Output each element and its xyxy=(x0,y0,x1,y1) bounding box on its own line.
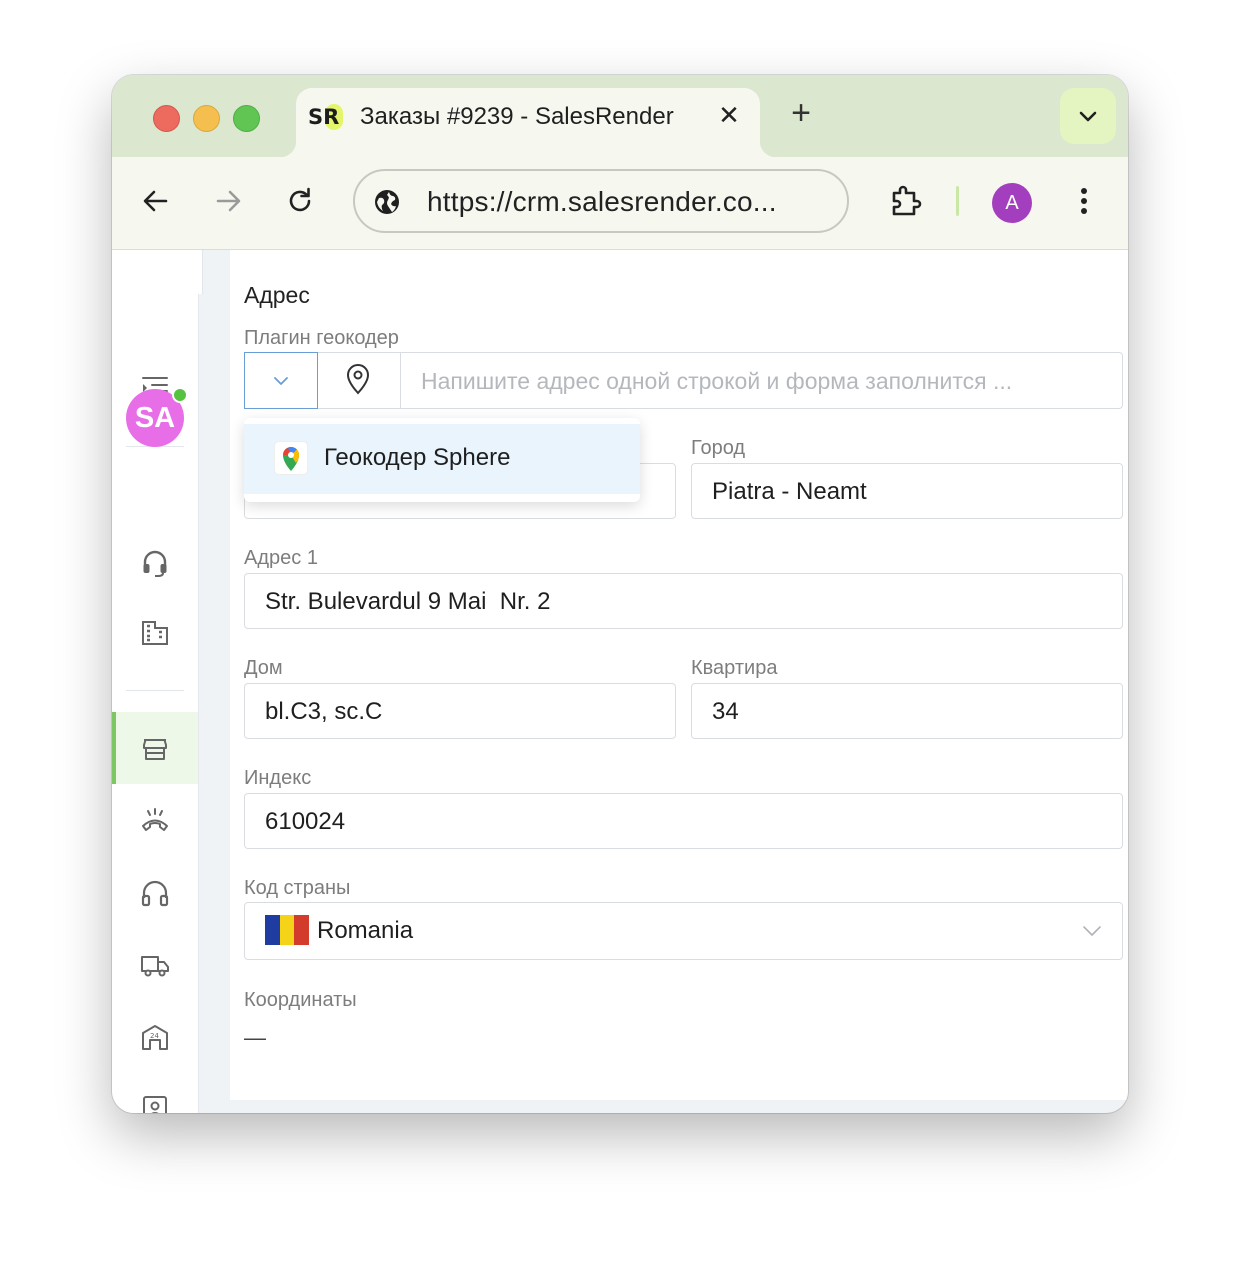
extensions-button[interactable] xyxy=(886,181,926,221)
geocoder-option-label: Геокодер Sphere xyxy=(324,444,511,471)
more-vertical-icon xyxy=(1081,188,1087,214)
tab-close-icon[interactable]: ✕ xyxy=(714,100,744,130)
index-label: Индекс xyxy=(244,767,312,789)
warehouse-icon: 24 xyxy=(142,1025,168,1050)
apartment-field[interactable]: 34 xyxy=(691,683,1123,739)
address1-value: Str. Bulevardul 9 Mai Nr. 2 xyxy=(265,588,551,615)
chevron-down-icon xyxy=(1083,926,1101,936)
sidebar-divider xyxy=(126,690,184,691)
arrow-left-icon xyxy=(143,190,168,212)
online-status-dot xyxy=(172,387,188,403)
house-label: Дом xyxy=(244,657,283,679)
browser-window: SR Заказы #9239 - SalesRender ✕ + https:… xyxy=(112,75,1128,1113)
house-value: bl.C3, sc.C xyxy=(265,698,383,725)
close-window-button[interactable] xyxy=(153,105,180,132)
sidebar-item-warehouses[interactable]: 24 xyxy=(112,1006,198,1066)
sidebar-edge xyxy=(198,250,203,294)
browser-toolbar: https://crm.salesrender.co... A xyxy=(112,157,1128,250)
geocoder-select[interactable] xyxy=(244,352,318,409)
headset-icon xyxy=(143,550,167,577)
truck-icon xyxy=(141,956,169,977)
section-title: Адрес xyxy=(244,282,310,308)
headphones-icon xyxy=(141,880,169,907)
sidebar-item-companies[interactable] xyxy=(112,602,198,662)
apartment-label: Квартира xyxy=(691,657,778,679)
minimize-window-button[interactable] xyxy=(193,105,220,132)
chevron-down-icon xyxy=(274,377,288,385)
geocoder-option-sphere[interactable]: Геокодер Sphere xyxy=(244,424,640,494)
store-icon xyxy=(143,739,167,760)
arrow-right-icon xyxy=(216,190,241,212)
tab-title: Заказы #9239 - SalesRender xyxy=(360,103,674,130)
chevron-down-icon xyxy=(1079,111,1097,122)
app-sidebar: SA 24 xyxy=(112,250,199,1113)
sidebar-item-orders[interactable] xyxy=(112,712,198,784)
locate-button[interactable] xyxy=(318,352,401,409)
coordinates-label: Координаты xyxy=(244,989,357,1011)
puzzle-piece-icon xyxy=(892,185,922,216)
address1-field[interactable]: Str. Bulevardul 9 Mai Nr. 2 xyxy=(244,573,1123,629)
back-button[interactable] xyxy=(136,181,176,221)
forward-button[interactable] xyxy=(208,181,248,221)
apartment-value: 34 xyxy=(712,698,739,725)
building-icon xyxy=(142,621,168,645)
site-info-icon[interactable] xyxy=(373,188,401,216)
tab-strip: SR Заказы #9239 - SalesRender ✕ + xyxy=(112,75,1128,157)
sidebar-item-missed-calls[interactable] xyxy=(112,790,198,850)
country-select[interactable]: Romania xyxy=(244,902,1123,960)
reload-icon xyxy=(289,187,311,212)
address-form: Адрес Плагин геокодер Напишите адрес одн… xyxy=(230,250,1128,1100)
location-pin-icon xyxy=(346,364,370,395)
city-label: Город xyxy=(691,437,746,459)
maximize-window-button[interactable] xyxy=(233,105,260,132)
index-value: 610024 xyxy=(265,808,346,835)
city-field[interactable]: Piatra - Neamt xyxy=(691,463,1123,519)
coordinates-value: — xyxy=(244,1025,266,1050)
browser-menu-button[interactable] xyxy=(1064,181,1104,221)
tab-search-button[interactable] xyxy=(1060,88,1116,144)
reload-button[interactable] xyxy=(280,181,320,221)
toolbar-separator xyxy=(956,186,959,216)
google-maps-icon xyxy=(274,441,308,475)
geocoder-label: Плагин геокодер xyxy=(244,327,399,349)
call-end-icon xyxy=(142,808,168,831)
index-field[interactable]: 610024 xyxy=(244,793,1123,849)
sidebar-item-delivery[interactable] xyxy=(112,934,198,994)
url-text: https://crm.salesrender.co... xyxy=(427,186,777,217)
city-value: Piatra - Neamt xyxy=(712,478,867,505)
geocoder-placeholder: Напишите адрес одной строкой и форма зап… xyxy=(421,368,1013,394)
contact-card-icon xyxy=(143,1096,167,1113)
salesrender-favicon-icon: SR xyxy=(308,102,344,132)
geocoder-dropdown: Геокодер Sphere xyxy=(244,418,640,502)
sidebar-item-contacts[interactable] xyxy=(112,1078,198,1113)
svg-text:24: 24 xyxy=(150,1032,159,1040)
sidebar-item-calls[interactable] xyxy=(112,532,198,592)
geocoder-address-input[interactable]: Напишите адрес одной строкой и форма зап… xyxy=(400,352,1123,409)
profile-avatar[interactable]: A xyxy=(992,183,1032,223)
new-tab-button[interactable]: + xyxy=(784,96,818,131)
house-field[interactable]: bl.C3, sc.C xyxy=(244,683,676,739)
favicon-text: SR xyxy=(308,105,340,129)
sidebar-item-operators[interactable] xyxy=(112,862,198,922)
romania-flag-icon xyxy=(265,915,310,945)
country-label: Код страны xyxy=(244,877,351,899)
country-value: Romania xyxy=(317,917,414,944)
address1-label: Адрес 1 xyxy=(244,547,318,569)
address-bar[interactable]: https://crm.salesrender.co... xyxy=(353,169,849,233)
active-tab[interactable]: SR Заказы #9239 - SalesRender ✕ xyxy=(280,88,776,157)
